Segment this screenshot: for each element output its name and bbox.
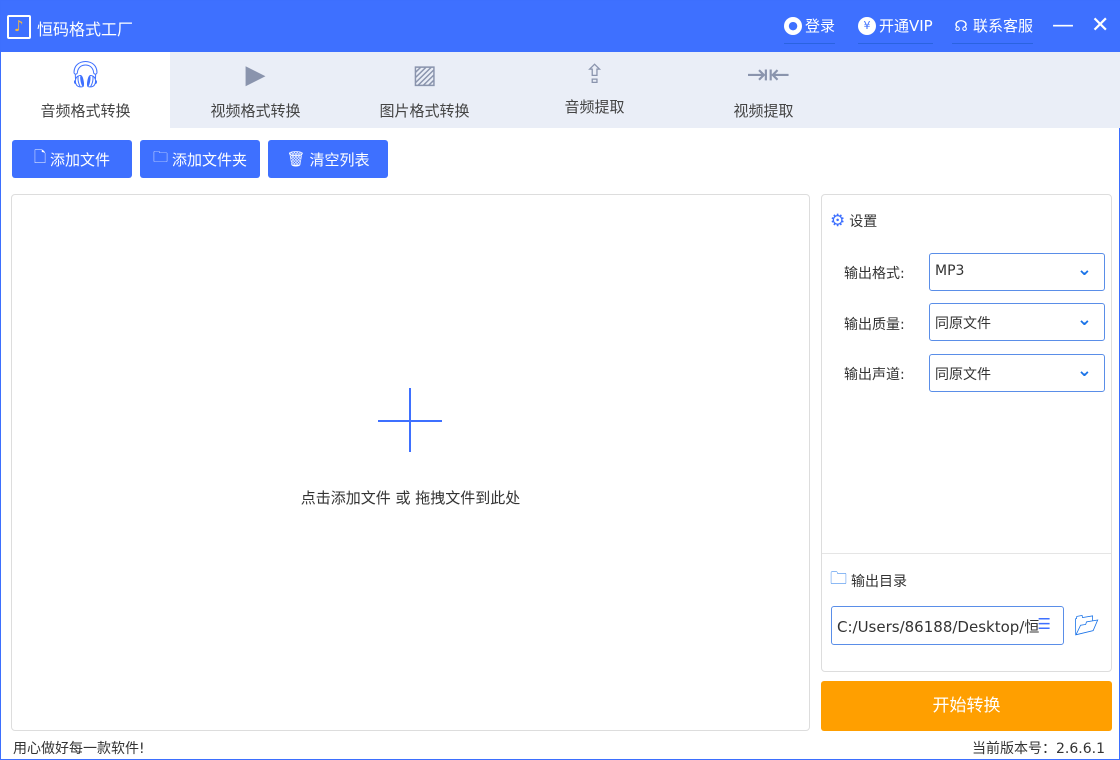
version-label: 当前版本号：2.6.6.1: [972, 741, 1105, 757]
slogan: 用心做好每一款软件!: [13, 741, 145, 757]
tab-video-extract[interactable]: ⇥⇤ 视频提取: [679, 52, 848, 128]
title-bar: 恒码格式工厂 ●登录 ¥开通VIP ☊ 联系客服 — ✕: [1, 1, 1120, 52]
upload-icon: ⇪: [583, 60, 606, 90]
format-label: 输出格式:: [844, 266, 905, 282]
tab-label: 音频提取: [564, 98, 625, 116]
channel-select[interactable]: 同原文件 ⌄: [929, 354, 1105, 392]
folder-icon: 🗀: [830, 569, 847, 589]
chevron-down-icon: ⌄: [1076, 259, 1092, 280]
settings-header: ⚙ 设置: [830, 211, 877, 231]
vip-button[interactable]: ¥ 开通VIP: [858, 15, 933, 44]
divider: [822, 553, 1111, 554]
channel-value: 同原文件: [935, 367, 991, 383]
quality-value: 同原文件: [935, 316, 991, 332]
tab-label: 音频格式转换: [40, 102, 131, 120]
format-select[interactable]: MP3 ⌄: [929, 253, 1105, 291]
output-dir-header: 🗀 输出目录: [830, 566, 907, 595]
plus-icon-vertical: [409, 388, 411, 452]
add-file-label: 添加文件: [50, 150, 111, 169]
support-button[interactable]: ☊ 联系客服: [952, 15, 1034, 44]
tab-video-convert[interactable]: ▶ 视频格式转换: [171, 52, 340, 128]
minimize-button[interactable]: —: [1052, 13, 1074, 38]
format-value: MP3: [935, 263, 965, 279]
output-dir-value: C:/Users/86188/Desktop/恒: [837, 618, 1040, 636]
browse-folder-icon[interactable]: 📂︎: [1074, 613, 1099, 637]
output-dir-label: 输出目录: [851, 573, 907, 590]
settings-title: 设置: [849, 214, 878, 230]
headset-icon: ☊: [954, 16, 968, 35]
chevron-down-icon: ⌄: [1076, 309, 1092, 330]
add-folder-label: 添加文件夹: [172, 150, 248, 169]
close-button[interactable]: ✕: [1091, 13, 1109, 38]
drop-hint: 点击添加文件 或 拖拽文件到此处: [300, 489, 521, 507]
merge-icon: ⇥⇤: [746, 60, 791, 90]
support-label: 联系客服: [973, 17, 1034, 35]
app-logo-icon: [7, 15, 31, 39]
trash-icon: 🗑: [286, 150, 306, 168]
tab-image-convert[interactable]: ▨ 图片格式转换: [340, 52, 509, 128]
vip-label: 开通VIP: [879, 17, 933, 35]
tab-label: 视频格式转换: [210, 102, 301, 120]
file-drop-area[interactable]: 点击添加文件 或 拖拽文件到此处: [11, 194, 810, 731]
headphones-icon: 🎧︎: [68, 60, 102, 90]
money-bag-icon: ¥: [858, 16, 876, 35]
tab-audio-extract[interactable]: ⇪ 音频提取: [510, 52, 679, 128]
output-dir-input[interactable]: C:/Users/86188/Desktop/恒 ☰: [831, 606, 1064, 645]
clear-list-label: 清空列表: [309, 150, 370, 169]
app-title: 恒码格式工厂: [37, 20, 134, 39]
video-play-icon: ▶: [245, 60, 266, 90]
gear-icon: ⚙: [830, 211, 846, 231]
settings-panel: ⚙ 设置 输出格式: MP3 ⌄ 输出质量: 同原文件 ⌄ 输出声道: 同原文件 ⌄ 🗀…: [821, 194, 1112, 672]
tab-audio-convert[interactable]: 🎧︎ 音频格式转换: [1, 52, 170, 128]
add-folder-button[interactable]: 🗀 添加文件夹: [140, 140, 260, 178]
tab-label: 视频提取: [733, 102, 794, 120]
quality-label: 输出质量:: [844, 317, 905, 333]
user-icon: ●: [784, 16, 802, 35]
image-icon: ▨: [412, 60, 437, 90]
tab-label: 图片格式转换: [379, 102, 470, 120]
chevron-down-icon: ⌄: [1076, 360, 1092, 381]
login-label: 登录: [805, 17, 836, 35]
file-add-icon: 🗋: [33, 147, 47, 166]
channel-label: 输出声道:: [844, 367, 905, 383]
folder-add-icon: 🗀: [152, 147, 168, 166]
quality-select[interactable]: 同原文件 ⌄: [929, 303, 1105, 341]
tab-bar: 🎧︎ 音频格式转换 ▶ 视频格式转换 ▨ 图片格式转换 ⇪ 音频提取 ⇥⇤ 视频提取: [1, 52, 1120, 128]
add-file-button[interactable]: 🗋 添加文件: [12, 140, 132, 178]
menu-icon[interactable]: ☰: [1038, 615, 1051, 633]
clear-list-button[interactable]: 🗑 清空列表: [268, 140, 388, 178]
start-convert-button[interactable]: 开始转换: [821, 681, 1112, 731]
login-button[interactable]: ● 登录: [784, 15, 836, 44]
